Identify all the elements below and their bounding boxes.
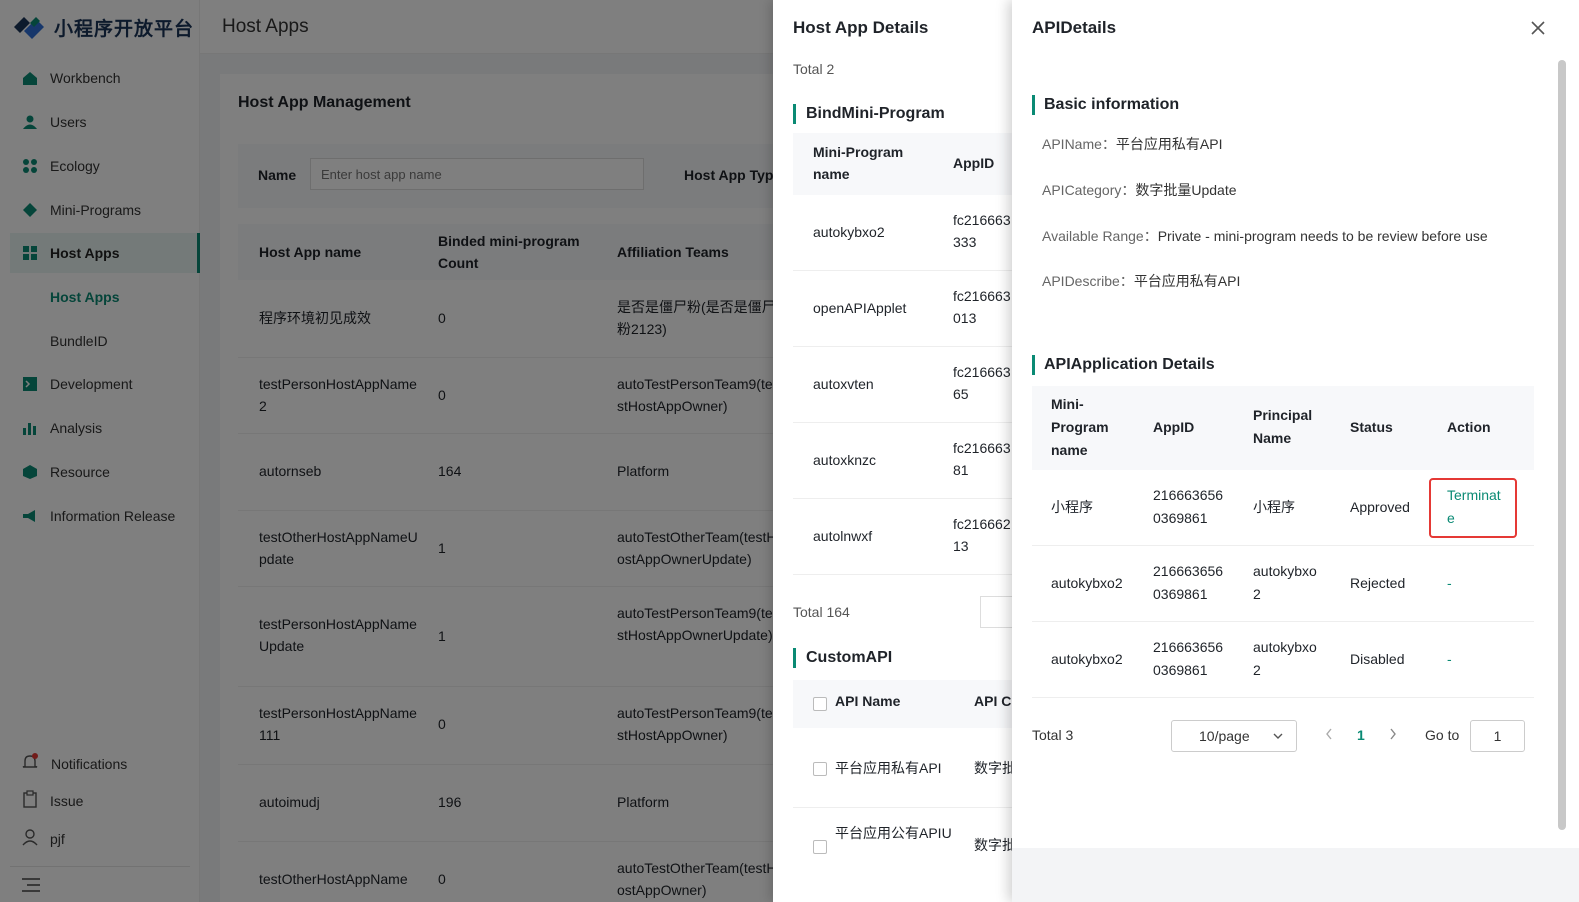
table-header: Mini-Program name AppID Principal Name S… [1032,386,1534,470]
row-checkbox[interactable] [813,840,827,854]
api-category-field: APICategory：数字批量Update [1042,180,1237,200]
mini-program-name: autokybxo2 [1051,575,1123,591]
field-value: 平台应用私有API [1115,136,1223,152]
mini-program-name: autoxknzc [813,452,877,468]
pagination-total: Total 3 [1032,727,1074,743]
table-row[interactable]: autolnwxf fc21666213 [793,499,1033,575]
api-name-field: APIName：平台应用私有API [1042,134,1223,154]
action-placeholder: - [1447,575,1452,591]
column-header: Status [1350,419,1393,435]
drawer-total: Total 2 [793,61,835,77]
app-id: 2166636560369861 [1153,563,1224,602]
api-application-details-title: APIApplication Details [1032,355,1215,375]
column-header: Action [1447,419,1491,435]
custom-api-section-title: CustomAPI [793,648,892,668]
row-checkbox[interactable] [813,762,827,776]
api-category: 数字批 [974,837,1016,853]
field-value: Private - mini-program needs to be revie… [1157,228,1488,244]
api-name: 平台应用私有API [835,760,942,776]
api-describe-field: APIDescribe：平台应用私有API [1042,271,1240,291]
bind-mini-program-section-title: BindMini-Program [793,104,945,124]
mini-program-name: 小程序 [1051,499,1093,515]
page-size-value: 10/page [1199,728,1250,744]
app-id: fc21666213 [953,516,1011,554]
mini-program-name: autokybxo2 [813,224,885,240]
app-id: fc216663333 [953,212,1011,250]
status: Approved [1350,499,1410,515]
column-header: Mini-Program name [1051,396,1109,458]
app-id: fc216663013 [953,288,1011,326]
api-category: 数字批 [974,760,1016,776]
mini-program-name: autoxvten [813,376,874,392]
prev-page-icon[interactable] [1324,727,1334,744]
column-header: API C [974,693,1012,709]
pagination: Total 3 10/page 1 Go to 1 [1032,720,1534,752]
column-header: AppID [953,155,995,171]
current-page[interactable]: 1 [1357,727,1365,743]
bind-table-header: Mini-Program name AppID [793,133,1033,195]
app-id: 2166636560369861 [1153,487,1224,526]
mini-program-name: openAPIApplet [813,300,907,316]
table-row[interactable]: autokybxo2 fc216663333 [793,195,1033,271]
principal-name: 小程序 [1253,499,1295,515]
mini-program-name: autolnwxf [813,528,873,544]
table-row[interactable]: 平台应用私有API 数字批 [793,728,1033,808]
highlight-box [1429,478,1517,538]
field-key: APIDescribe： [1042,273,1134,289]
drawer-header: APIDetails [1012,0,1579,56]
next-page-icon[interactable] [1388,727,1398,744]
table-row[interactable]: openAPIApplet fc216663013 [793,271,1033,347]
basic-information-title: Basic information [1032,95,1179,115]
field-key: Available Range： [1042,228,1158,244]
drawer-title: Host App Details [793,18,929,37]
app-id: fc21666365 [953,364,1011,402]
page-size-select[interactable]: 10/page [1171,720,1297,752]
custom-api-table-header: API Name API C [793,680,1033,728]
host-app-details-drawer: Host App Details Total 2 BindMini-Progra… [773,0,1033,902]
api-application-table: Mini-Program name AppID Principal Name S… [1032,386,1534,698]
status: Rejected [1350,575,1406,591]
table-row[interactable]: autoxvten fc21666365 [793,347,1033,423]
goto-label: Go to [1425,727,1460,743]
api-name: 平台应用公有APIU [835,825,952,841]
app-id: 2166636560369861 [1153,639,1224,678]
select-all-checkbox[interactable] [813,697,827,711]
app-id: fc21666381 [953,440,1011,478]
table-row[interactable]: 平台应用公有APIU 数字批 [793,808,1033,888]
field-key: APICategory： [1042,182,1136,198]
drawer-title: APIDetails [1032,18,1117,37]
table-row[interactable]: autokybxo2 2166636560369861 autokybxo2 R… [1032,546,1534,622]
api-details-drawer: APIDetails Basic information APIName：平台应… [1012,0,1579,902]
column-header: API Name [835,693,901,709]
drawer-footer [1012,848,1579,902]
close-icon[interactable] [1528,18,1548,38]
goto-page-input[interactable]: 1 [1470,720,1525,752]
principal-name: autokybxo2 [1253,639,1317,678]
table-row[interactable]: autoxknzc fc21666381 [793,423,1033,499]
bind-total: Total 164 [793,604,850,620]
chevron-down-icon [1272,729,1284,745]
column-header: AppID [1153,419,1195,435]
table-row[interactable]: autokybxo2 2166636560369861 autokybxo2 D… [1032,622,1534,698]
field-value: 数字批量Update [1135,182,1237,198]
status: Disabled [1350,651,1405,667]
field-key: APIName： [1042,136,1116,152]
action-placeholder: - [1447,651,1452,667]
column-header: Mini-Program name [813,144,904,182]
available-range-field: Available Range：Private - mini-program n… [1042,226,1488,246]
scrollbar[interactable] [1558,60,1566,830]
table-row[interactable]: 小程序 2166636560369861 小程序 Approved Termin… [1032,470,1534,546]
field-value: 平台应用私有API [1133,273,1241,289]
column-header: Principal Name [1253,407,1313,446]
principal-name: autokybxo2 [1253,563,1317,602]
mini-program-name: autokybxo2 [1051,651,1123,667]
